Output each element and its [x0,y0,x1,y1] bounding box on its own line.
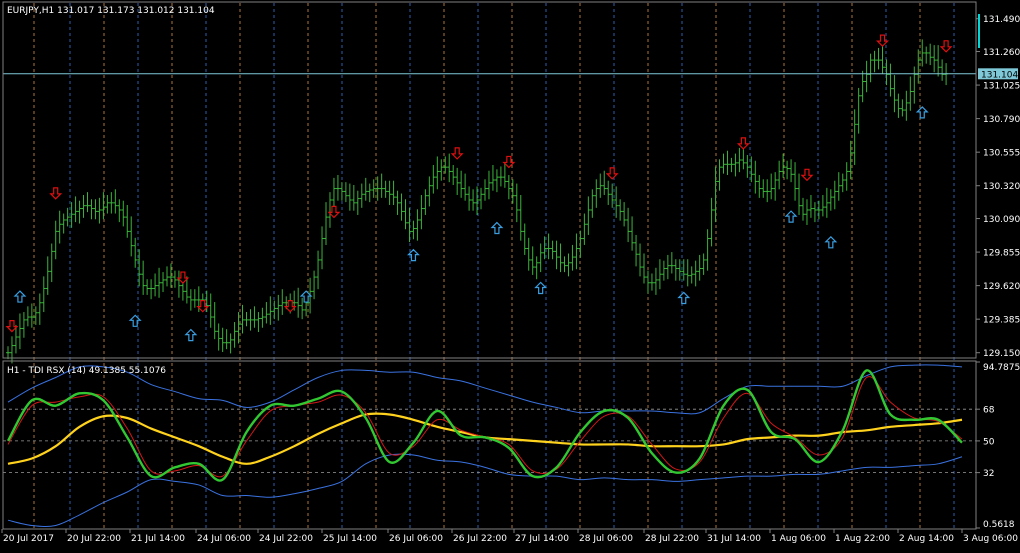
time-axis-label: 1 Aug 22:00 [835,534,890,544]
indicator-axis-label: 0.5618 [983,520,1015,530]
price-axis-label: 129.150 [983,349,1020,359]
time-axis-label: 24 Jul 06:00 [197,534,251,544]
time-axis-label: 20 Jul 2017 [3,534,54,544]
metatrader-chart-window[interactable]: 131.490 131.260 131.025 130.790 130.555 130.3… [0,0,1020,549]
current-price-tag: 131.104 [978,68,1018,80]
time-axis-label: 31 Jul 14:00 [707,534,761,544]
time-axis-label: 24 Jul 22:00 [259,534,313,544]
time-axis-label: 2 Aug 14:00 [899,534,954,544]
price-panel-title: EURJPY,H1 131.017 131.173 131.012 131.10… [7,6,215,16]
time-axis-label: 21 Jul 14:00 [131,534,185,544]
time-axis-label: 26 Jul 06:00 [389,534,443,544]
indicator-axis-label: 50 [983,437,995,447]
price-axis-label: 130.790 [983,115,1020,125]
indicator-panel-title: H1 - TDI RSX (14) 49.1385 55.1076 [7,366,166,376]
price-axis-label: 131.260 [983,48,1020,58]
indicator-axis-label: 94.7875 [983,363,1020,373]
price-axis-label: 130.320 [983,182,1020,192]
time-axis-label: 28 Jul 06:00 [579,534,633,544]
price-axis-label: 129.855 [983,249,1020,259]
current-price-label: 131.104 [981,70,1018,80]
indicator-axis-label: 32 [983,469,994,479]
price-axis-label: 131.025 [983,82,1020,92]
price-axis-label: 129.620 [983,282,1020,292]
indicator-axis-label: 68 [983,406,995,416]
time-axis-label: 3 Aug 06:00 [963,534,1018,544]
chart-canvas[interactable]: 131.490 131.260 131.025 130.790 130.555 130.3… [0,0,1020,549]
time-axis-label: 28 Jul 22:00 [645,534,699,544]
price-axis-label: 130.555 [983,149,1020,159]
time-axis-label: 25 Jul 14:00 [323,534,377,544]
time-axis-label: 1 Aug 06:00 [771,534,826,544]
scroll-marker[interactable] [978,14,980,48]
time-axis-label: 20 Jul 22:00 [67,534,121,544]
time-axis-label: 26 Jul 22:00 [453,534,507,544]
price-axis-label: 131.490 [983,15,1020,25]
price-axis-label: 130.090 [983,215,1020,225]
price-axis-label: 129.385 [983,316,1020,326]
time-axis-label: 27 Jul 14:00 [515,534,569,544]
